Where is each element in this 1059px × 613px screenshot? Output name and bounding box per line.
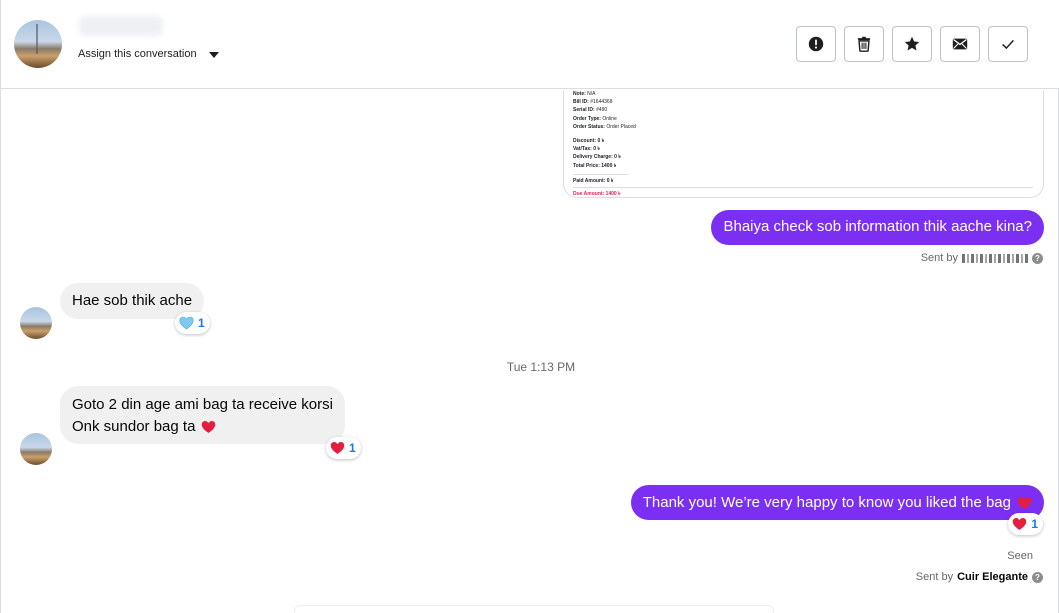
reaction-count: 1 <box>198 316 205 330</box>
red-heart-icon <box>1013 518 1027 530</box>
sent-by-label: Sent by ? <box>921 252 1043 264</box>
red-heart-emoji <box>1017 496 1032 509</box>
reaction-count: 1 <box>349 441 356 455</box>
blue-heart-icon <box>179 316 194 330</box>
checkmark-icon <box>1002 39 1014 50</box>
red-heart-emoji <box>202 421 216 433</box>
reaction-badge[interactable]: 1 <box>326 437 361 459</box>
red-heart-icon <box>330 442 345 454</box>
message-line: Goto 2 din age ami bag ta receive korsi <box>72 396 333 413</box>
exclamation-icon <box>808 36 824 52</box>
receipt-divider <box>573 187 1033 189</box>
caret-down-icon <box>208 51 219 58</box>
mark-unread-button[interactable] <box>940 26 980 62</box>
message-timestamp: Tue 1:13 PM <box>506 360 576 374</box>
message-line: Onk sundor bag ta <box>72 416 333 438</box>
receipt-line: Order Type: Online <box>573 115 617 122</box>
receipt-divider <box>573 173 628 175</box>
seen-status: Seen <box>1007 550 1033 562</box>
sent-by-prefix: Sent by <box>915 571 954 583</box>
outgoing-message[interactable]: Bhaiya check sob information thik aache … <box>711 210 1044 245</box>
help-icon[interactable]: ? <box>1032 571 1043 583</box>
envelope-icon <box>952 38 968 50</box>
receipt-line: Bill ID: #1644368 <box>573 99 613 106</box>
reaction-badge[interactable]: 1 <box>175 312 210 334</box>
incoming-message[interactable]: Goto 2 din age ami bag ta receive korsi … <box>60 386 345 444</box>
mark-done-button[interactable] <box>988 26 1028 62</box>
receipt-total-line: Total Price: 1400 ৳ <box>573 162 617 169</box>
conversation-panel: Assign this conversation Note: N/A Bill … <box>0 0 1059 613</box>
delete-button[interactable] <box>844 26 884 62</box>
assign-label: Assign this conversation <box>78 48 197 60</box>
receipt-line: Serial ID: #490 <box>573 107 608 114</box>
conversation-header: Assign this conversation <box>1 0 1059 89</box>
receipt-due-line: Due Amount: 1400 ৳ <box>573 191 621 198</box>
receipt-line: Note: N/A <box>573 91 596 97</box>
star-button[interactable] <box>892 26 932 62</box>
sent-by-label: Sent by Cuir Elegante ? <box>916 571 1043 583</box>
mark-spam-button[interactable] <box>796 26 836 62</box>
assign-conversation-dropdown[interactable]: Assign this conversation <box>78 48 219 60</box>
contact-name-redacted <box>79 16 163 36</box>
receipt-total-line: Delivery Charge: 0 ৳ <box>573 154 621 161</box>
sent-by-prefix: Sent by <box>920 252 958 264</box>
outgoing-message[interactable]: Thank you! We’re very happy to know you … <box>630 485 1044 520</box>
contact-avatar-small[interactable] <box>20 307 52 339</box>
receipt-line: Order Status: Order Placed <box>573 123 636 130</box>
order-receipt-image[interactable]: Note: N/A Bill ID: #1644368 Serial ID: #… <box>563 90 1044 198</box>
reaction-count: 1 <box>1031 517 1038 531</box>
trash-icon <box>857 36 871 52</box>
help-icon[interactable]: ? <box>1032 252 1043 264</box>
receipt-total-line: Vat/Tax: 0 ৳ <box>573 146 600 153</box>
sender-name-redacted <box>962 253 1028 263</box>
conversation-toolbar <box>796 26 1028 62</box>
message-thread[interactable]: Note: N/A Bill ID: #1644368 Serial ID: #… <box>1 90 1059 613</box>
contact-avatar[interactable] <box>14 20 62 68</box>
star-icon <box>904 36 920 51</box>
composer-edge <box>294 605 774 613</box>
reaction-badge[interactable]: 1 <box>1008 513 1043 535</box>
receipt-paid-line: Paid Amount: 0 ৳ <box>573 177 614 184</box>
receipt-total-line: Discount: 0 ৳ <box>573 138 605 145</box>
sender-name: Cuir Elegante <box>957 571 1028 583</box>
message-text: Thank you! We’re very happy to know you … <box>642 493 1011 511</box>
contact-avatar-small[interactable] <box>20 433 52 465</box>
